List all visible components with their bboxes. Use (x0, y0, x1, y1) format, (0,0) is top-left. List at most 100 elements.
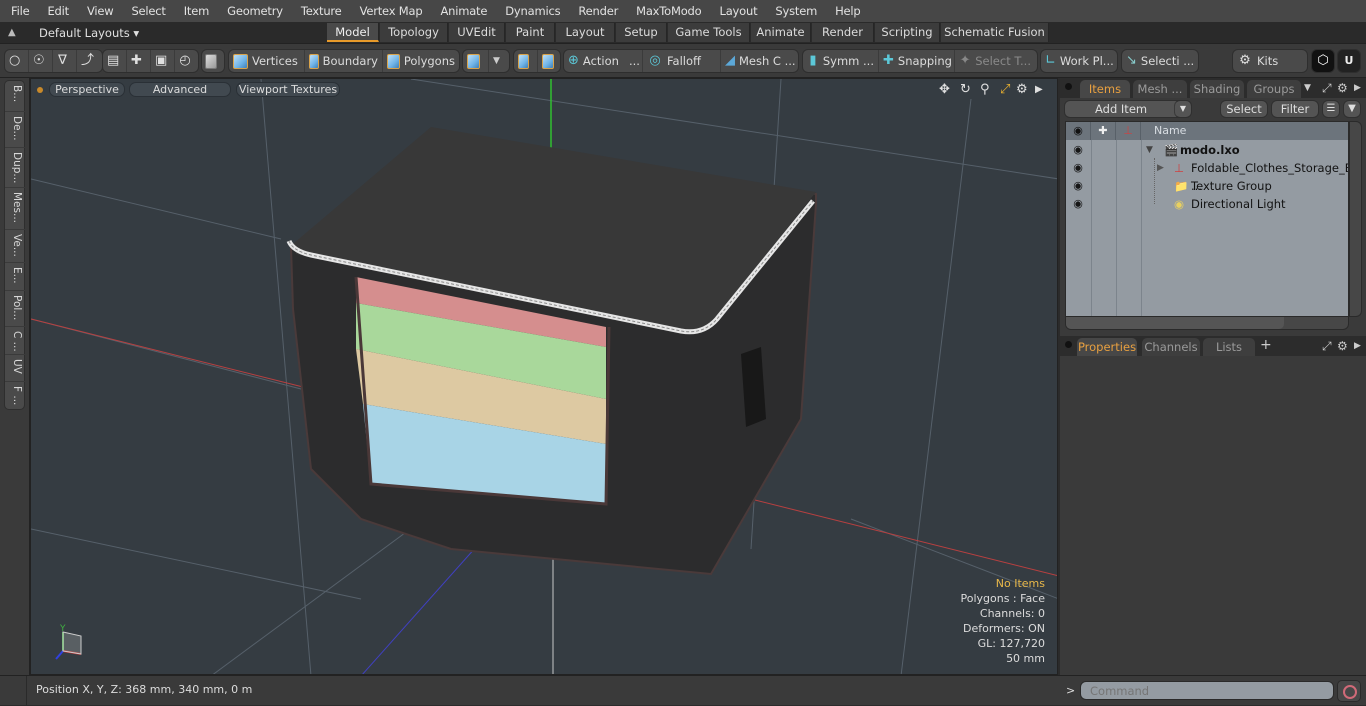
menu-render[interactable]: Render (567, 0, 625, 22)
unity-button[interactable]: ⬡ (1311, 49, 1335, 73)
pen-tool-button[interactable]: ∇ (53, 50, 77, 72)
panel-expand-arrow-icon[interactable]: ▶ (1354, 341, 1361, 351)
tab-game-tools[interactable]: Game Tools (668, 23, 750, 42)
tab-groups[interactable]: Groups (1247, 80, 1301, 98)
snapping-button[interactable]: ✚ Snapping (879, 50, 955, 72)
list-options-button[interactable]: ☰ (1322, 100, 1340, 118)
material-mode-button[interactable] (463, 50, 489, 72)
gauge-button[interactable]: ◴ (175, 50, 199, 72)
tab-lists[interactable]: Lists (1203, 338, 1255, 356)
menu-view[interactable]: View (76, 0, 121, 22)
visibility-eye-icon[interactable]: ◉ (1069, 141, 1087, 159)
action-center-button[interactable]: ⊕ Action... (564, 50, 643, 72)
tab-mesh[interactable]: Mesh ... (1133, 80, 1187, 98)
tab-setup[interactable]: Setup (616, 23, 667, 42)
tab-layout[interactable]: Layout (556, 23, 615, 42)
tab-render[interactable]: Render (812, 23, 874, 42)
menu-item[interactable]: Item (173, 0, 216, 22)
tab-uvedit[interactable]: UVEdit (449, 23, 505, 42)
menu-geometry[interactable]: Geometry (216, 0, 290, 22)
mode-dropdown[interactable]: ▼ (489, 50, 509, 72)
tab-channels[interactable]: Channels (1142, 338, 1200, 356)
layers-button[interactable]: ▤ (103, 50, 127, 72)
uv-cross-button[interactable]: ✚ (127, 50, 151, 72)
menu-help[interactable]: Help (824, 0, 867, 22)
visibility-eye-icon[interactable]: ◉ (1069, 177, 1087, 195)
shading-mode-button[interactable]: Advanced (129, 82, 231, 97)
visibility-eye-icon[interactable]: ◉ (1069, 159, 1087, 177)
unreal-button[interactable]: U (1337, 49, 1361, 73)
mesh-constraint-button[interactable]: ◢ Mesh C ... (721, 50, 798, 72)
add-item-dropdown[interactable]: ▼ (1174, 100, 1192, 118)
add-item-button[interactable]: Add Item (1064, 100, 1188, 118)
menu-file[interactable]: File (0, 0, 36, 22)
tab-animate[interactable]: Animate (751, 23, 811, 42)
panel-settings-icon[interactable]: ⚙ (1337, 81, 1348, 95)
tab-properties[interactable]: Properties (1077, 338, 1137, 356)
layouts-dropdown[interactable]: ▲ Default Layouts ▾ (8, 22, 139, 43)
left-tab-edge[interactable]: E... (5, 263, 26, 291)
viewport-options-dot[interactable] (37, 87, 43, 93)
filter-funnel-button[interactable]: ▼ (1343, 100, 1361, 118)
select-through-button[interactable]: ✦ Select T... (955, 50, 1035, 72)
menu-vertex-map[interactable]: Vertex Map (349, 0, 430, 22)
viewport-expand-arrow-icon[interactable]: ▶ (1035, 84, 1043, 95)
tab-paint[interactable]: Paint (506, 23, 555, 42)
vertices-button[interactable]: Vertices (229, 50, 305, 72)
tab-shading[interactable]: Shading (1190, 80, 1244, 98)
tree-row-mesh[interactable]: ◉ ▶ ⊥ Foldable_Clothes_Storage_B ... (1066, 159, 1348, 193)
zoom-view-icon[interactable]: ⚲ (980, 82, 990, 97)
select-button[interactable]: Select (1220, 100, 1268, 118)
record-macro-button[interactable] (1337, 680, 1361, 702)
center-button[interactable] (514, 50, 538, 72)
tabs-dropdown-icon[interactable]: ▼ (1304, 83, 1311, 93)
collapse-up-icon[interactable]: ▲ (8, 27, 20, 38)
left-tab-basic[interactable]: B... (5, 81, 26, 112)
3d-viewport[interactable]: Y Perspective Advanced Viewport Textures… (30, 78, 1058, 675)
left-tab-curve[interactable]: C ... (5, 327, 26, 355)
symmetry-button[interactable]: ▮ Symm ... (803, 50, 879, 72)
left-tab-mesh-edit[interactable]: Mes... (5, 188, 26, 230)
panel-dot-icon[interactable] (1065, 341, 1072, 348)
globe-select-button[interactable]: ☉ (29, 50, 53, 72)
tab-topology[interactable]: Topology (380, 23, 448, 42)
panel-expand-arrow-icon[interactable]: ▶ (1354, 83, 1361, 93)
tab-model[interactable]: Model (327, 23, 379, 42)
menu-layout[interactable]: Layout (709, 0, 765, 22)
add-tab-button[interactable]: + (1260, 337, 1272, 353)
falloff-button[interactable]: ◎ Falloff (643, 50, 721, 72)
menu-system[interactable]: System (764, 0, 824, 22)
menu-maxtomodo[interactable]: MaxToModo (625, 0, 708, 22)
circle-select-button[interactable]: ○ (5, 50, 29, 72)
move-view-icon[interactable]: ✥ (939, 82, 950, 97)
visibility-column-icon[interactable]: ◉ (1066, 122, 1091, 140)
tree-row-texture-group[interactable]: ◉ 📁 Texture Group (1066, 177, 1348, 195)
viewport-settings-icon[interactable]: ⚙ (1016, 82, 1028, 97)
menu-animate[interactable]: Animate (429, 0, 494, 22)
view-mode-button[interactable]: Perspective (49, 82, 125, 97)
scroll-thumb[interactable] (1066, 317, 1284, 329)
tab-scripting[interactable]: Scripting (875, 23, 940, 42)
item-mode-button[interactable] (202, 50, 224, 72)
menu-edit[interactable]: Edit (36, 0, 75, 22)
collapse-triangle-icon[interactable]: ▶ (1157, 159, 1164, 177)
left-tab-uv[interactable]: UV (5, 355, 26, 382)
left-tab-duplicate[interactable]: Dup... (5, 148, 26, 188)
kits-button[interactable]: ⚙ Kits (1233, 50, 1307, 72)
maximize-panel-icon[interactable]: ⤢ (1322, 339, 1332, 354)
menu-dynamics[interactable]: Dynamics (494, 0, 567, 22)
tree-row-light[interactable]: ◉ ◉ Directional Light (1066, 195, 1348, 213)
items-vertical-scrollbar[interactable] (1349, 121, 1362, 317)
pivot-button[interactable] (538, 50, 562, 72)
maximize-view-icon[interactable]: ⤢ (1000, 82, 1010, 97)
left-tab-polygon[interactable]: Pol... (5, 291, 26, 327)
tree-row-scene[interactable]: ◉ ▼ 🎬 modo.lxo (1066, 141, 1348, 159)
selection-sets-button[interactable]: ↘ Selecti ... (1122, 50, 1198, 72)
menu-texture[interactable]: Texture (290, 0, 349, 22)
panel-settings-icon[interactable]: ⚙ (1337, 339, 1348, 353)
viewport-textures-button[interactable]: Viewport Textures (236, 82, 340, 97)
filter-button[interactable]: Filter (1271, 100, 1319, 118)
name-column-header[interactable]: Name (1141, 122, 1348, 140)
maximize-panel-icon[interactable]: ⤢ (1322, 81, 1332, 96)
lasso-tool-button[interactable]: ⤴ (77, 50, 101, 72)
